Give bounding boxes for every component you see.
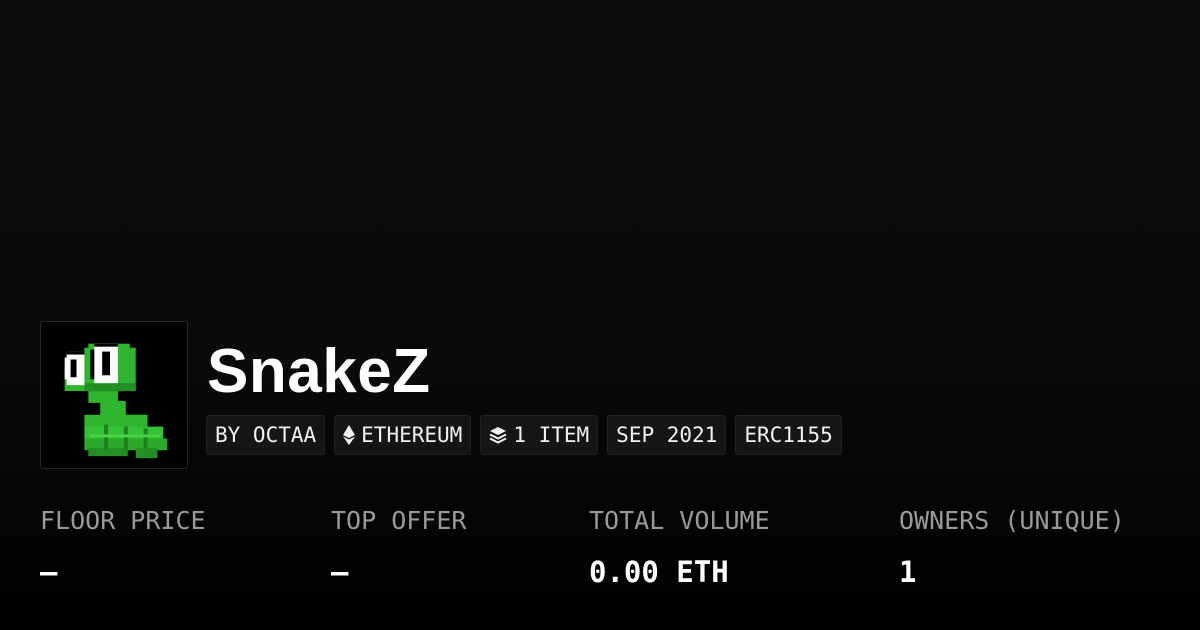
owners-stat: OWNERS (UNIQUE) 1 — [899, 504, 1125, 590]
ethereum-icon — [343, 425, 356, 445]
creator-badge-label: BY OCTAA — [215, 423, 317, 447]
top-offer-stat: TOP OFFER — — [331, 504, 466, 590]
floor-price-value: — — [40, 555, 58, 589]
snake-icon — [64, 343, 168, 459]
layers-icon — [489, 426, 507, 444]
collection-title: SnakeZ — [207, 337, 431, 406]
item-count-badge: 1 ITEM — [480, 415, 599, 455]
token-standard-label: ERC1155 — [744, 423, 833, 447]
owners-label: OWNERS (UNIQUE) — [899, 506, 1125, 535]
creator-badge[interactable]: BY OCTAA — [206, 415, 326, 455]
created-date-badge: SEP 2021 — [607, 415, 727, 455]
floor-price-label: FLOOR PRICE — [40, 506, 206, 535]
owners-value: 1 — [899, 555, 917, 589]
created-date-label: SEP 2021 — [616, 423, 718, 447]
collection-avatar — [40, 321, 188, 469]
total-volume-label: TOTAL VOLUME — [589, 506, 770, 535]
total-volume-value: 0.00 ETH — [589, 555, 729, 589]
top-offer-label: TOP OFFER — [331, 506, 467, 535]
chain-badge-label: ETHEREUM — [361, 423, 463, 447]
chain-badge: ETHEREUM — [334, 415, 472, 455]
total-volume-stat: TOTAL VOLUME 0.00 ETH — [589, 504, 770, 590]
top-offer-value: — — [331, 555, 349, 589]
collection-card: SnakeZ BY OCTAA ETHEREUM 1 ITEM SEP 2021… — [0, 0, 1200, 630]
floor-price-stat: FLOOR PRICE — — [40, 504, 206, 590]
item-count-label: 1 ITEM — [513, 423, 590, 447]
collection-badges: BY OCTAA ETHEREUM 1 ITEM SEP 2021 ERC115… — [206, 415, 842, 455]
token-standard-badge: ERC1155 — [735, 415, 842, 455]
